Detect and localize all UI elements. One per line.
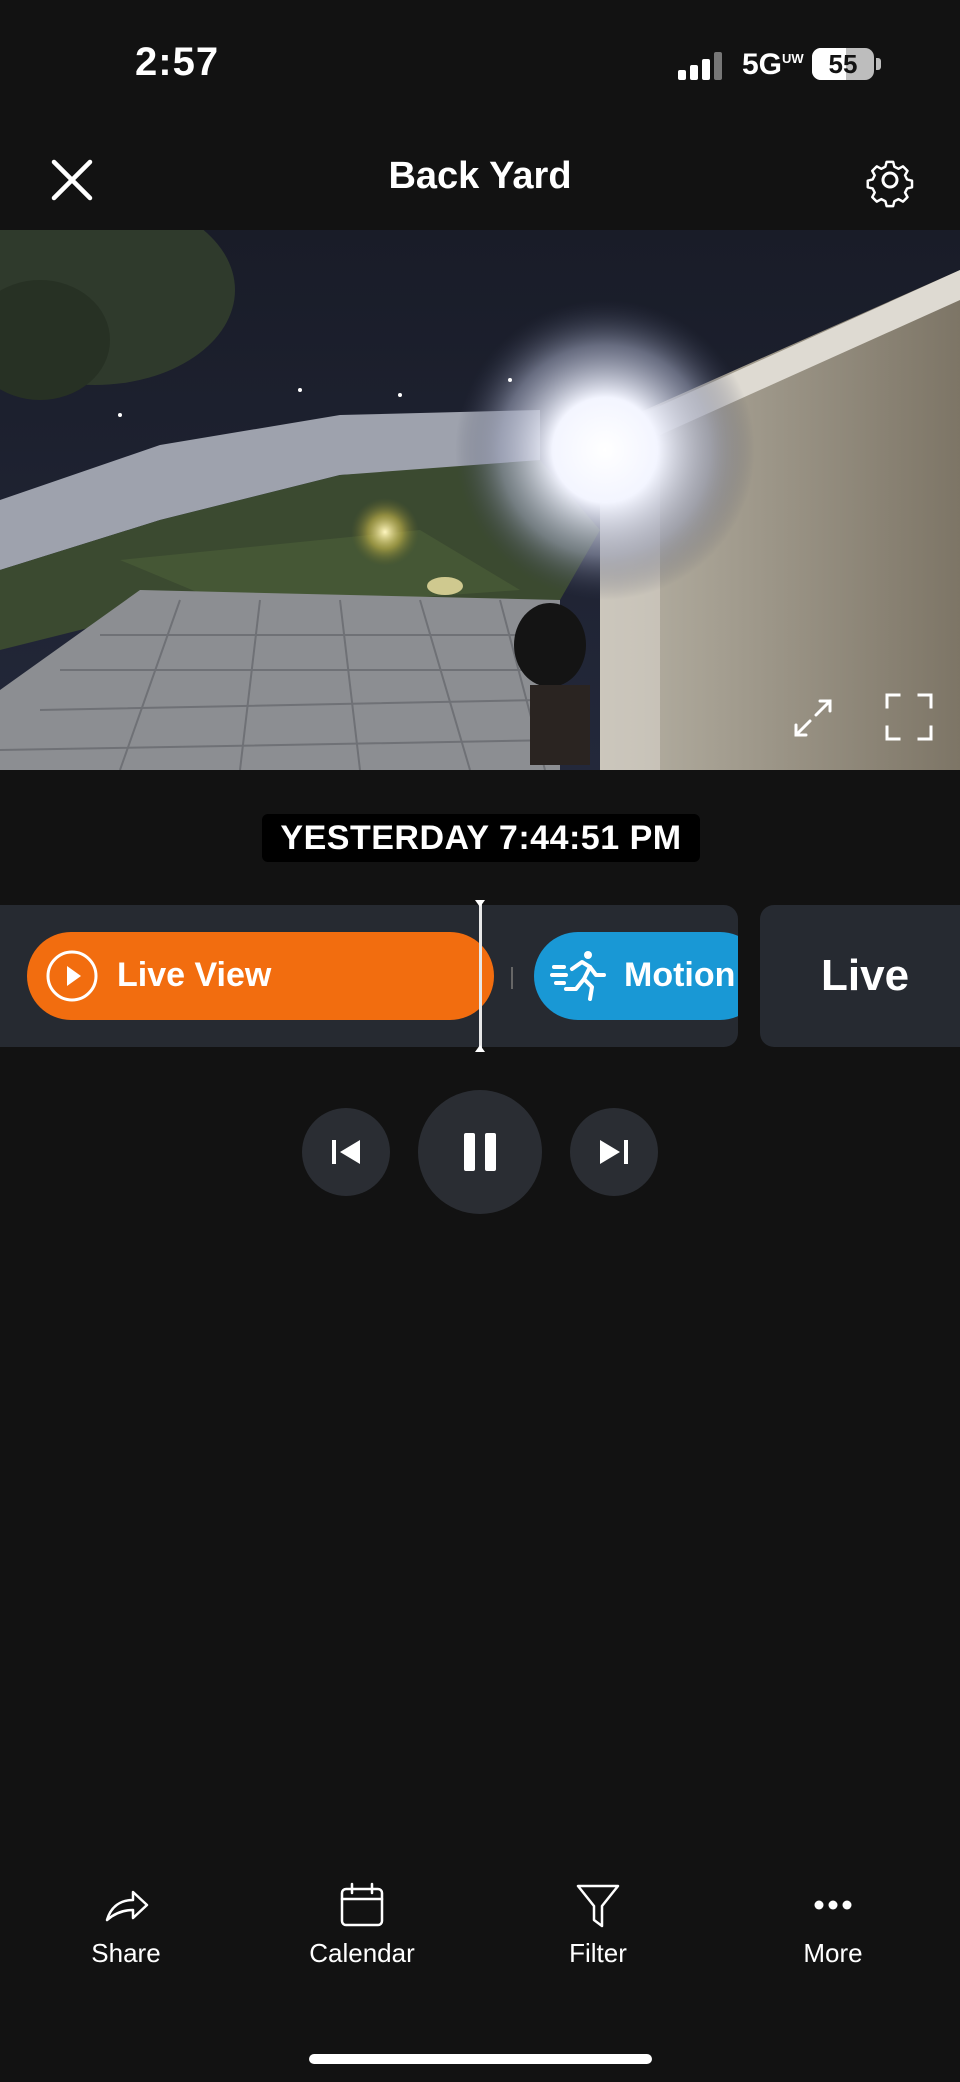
camera-video[interactable] [0, 230, 960, 770]
pause-icon [464, 1133, 496, 1171]
network-type: 5GUW [742, 48, 804, 81]
filter-label: Filter [569, 1938, 627, 1968]
settings-button[interactable] [862, 152, 918, 208]
pause-button[interactable] [418, 1090, 542, 1214]
gear-icon [866, 160, 914, 208]
live-card[interactable]: Live [760, 905, 960, 1047]
motion-label: Motion [624, 956, 736, 994]
previous-event-button[interactable] [302, 1108, 390, 1196]
fullscreen-icon [885, 693, 933, 741]
more-label: More [803, 1938, 863, 1968]
battery-tip [876, 58, 881, 70]
motion-event[interactable]: Motion [534, 932, 738, 1020]
expand-button[interactable] [790, 695, 836, 741]
live-view-event[interactable]: Live View [27, 932, 494, 1020]
calendar-icon [340, 1882, 384, 1927]
live-view-label: Live View [117, 956, 272, 994]
share-icon [105, 1890, 149, 1922]
more-button[interactable]: More [743, 1880, 923, 1990]
playhead-top-marker [475, 900, 485, 907]
status-time: 2:57 [135, 40, 220, 84]
filter-icon [576, 1884, 620, 1928]
expand-arrows-icon [794, 699, 832, 737]
skip-previous-icon [332, 1140, 360, 1164]
calendar-button[interactable]: Calendar [272, 1880, 452, 1990]
home-indicator [309, 2054, 652, 2064]
play-circle-icon [46, 950, 98, 1002]
share-label: Share [91, 1938, 161, 1968]
page-title: Back Yard [388, 155, 572, 197]
more-dots-icon [814, 1900, 852, 1910]
event-timeline[interactable]: Live View Motion [0, 905, 738, 1047]
live-card-label: Live [821, 951, 910, 1000]
share-button[interactable]: Share [36, 1880, 216, 1990]
playhead-bottom-marker [475, 1045, 485, 1052]
battery-level: 55 [828, 49, 858, 79]
timeline-separator [511, 967, 513, 989]
timeline-playhead[interactable] [479, 900, 482, 1052]
calendar-label: Calendar [309, 1938, 415, 1968]
fullscreen-button[interactable] [884, 692, 934, 742]
cellular-signal-icon [678, 50, 726, 80]
battery-icon: 55 [812, 48, 874, 80]
skip-next-icon [600, 1140, 628, 1164]
next-event-button[interactable] [570, 1108, 658, 1196]
filter-button[interactable]: Filter [508, 1880, 688, 1990]
camera-feed-image [0, 230, 960, 770]
running-person-icon [550, 951, 606, 1001]
video-timestamp: YESTERDAY 7:44:51 PM [262, 814, 700, 862]
